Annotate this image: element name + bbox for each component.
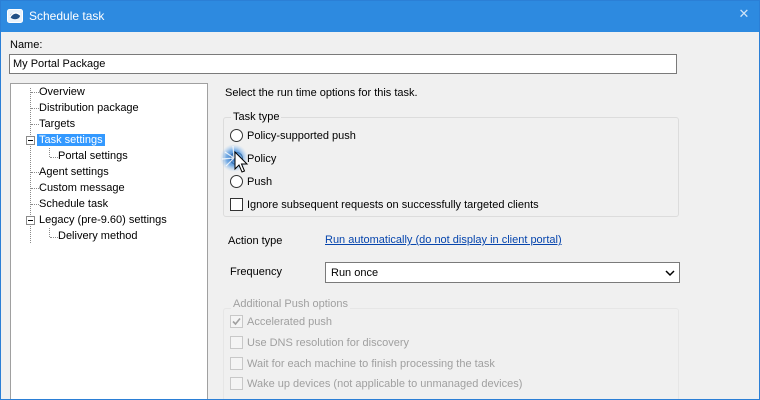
collapse-icon[interactable] (26, 136, 35, 145)
tree-item-label: Custom message (39, 182, 125, 194)
tree-item-label: Delivery method (58, 230, 138, 242)
intro-text: Select the run time options for this tas… (225, 87, 418, 99)
tree-item-schedule-task[interactable]: Schedule task (37, 196, 110, 212)
name-label: Name: (10, 39, 43, 51)
tree-item-label: Legacy (pre-9.60) settings (39, 214, 167, 226)
push-options-title: Additional Push options (231, 298, 350, 310)
tree-item-overview[interactable]: Overview (37, 84, 87, 100)
wake-up-devices-checkbox (230, 377, 243, 390)
radio-label: Policy-supported push (247, 130, 356, 142)
frequency-label: Frequency (230, 266, 282, 278)
tree-item-custom-message[interactable]: Custom message (37, 180, 127, 196)
action-type-link[interactable]: Run automatically (do not display in cli… (325, 234, 562, 246)
tree-item-label: Targets (39, 118, 76, 130)
wait-each-machine-checkbox (230, 357, 243, 370)
collapse-icon[interactable] (26, 216, 35, 225)
ignore-requests-checkbox[interactable] (230, 198, 243, 211)
action-type-label: Action type (228, 235, 283, 247)
tree-item-label: Portal settings (58, 150, 128, 162)
tree-item-agent-settings[interactable]: Agent settings (37, 164, 111, 180)
tree-item-label: Task settings (37, 134, 105, 146)
checkbox-label: Accelerated push (247, 316, 332, 328)
radio-label: Policy (247, 153, 277, 165)
chevron-down-icon[interactable] (665, 268, 675, 278)
close-icon[interactable]: ✕ (737, 7, 751, 21)
dns-resolution-checkbox (230, 336, 243, 349)
radio-label: Push (247, 176, 273, 188)
frequency-value: Run once (331, 267, 379, 279)
name-input[interactable] (9, 54, 677, 74)
tree-item-portal-settings[interactable]: Portal settings (56, 148, 130, 164)
tree-connector (49, 148, 50, 157)
checkbox-label: Ignore subsequent requests on successful… (247, 199, 539, 211)
tree-item-task-settings[interactable]: Task settings (37, 132, 105, 148)
tree-item-targets[interactable]: Targets (37, 116, 77, 132)
title-bar: Schedule task ✕ (1, 1, 759, 32)
checkbox-label: Wait for each machine to finish processi… (247, 358, 495, 370)
tree-item-label: Schedule task (39, 198, 109, 210)
tree-item-delivery-method[interactable]: Delivery method (56, 228, 139, 244)
tree-item-label: Overview (39, 86, 85, 98)
task-type-title: Task type (231, 111, 282, 123)
accelerated-push-checkbox (230, 315, 243, 328)
mouse-cursor-icon (220, 144, 249, 173)
tree-item-distribution-package[interactable]: Distribution package (37, 100, 141, 116)
frequency-select[interactable]: Run once (325, 262, 680, 283)
tree-item-label: Distribution package (39, 102, 139, 114)
checkbox-label: Wake up devices (not applicable to unman… (247, 378, 523, 390)
tree-item-label: Agent settings (39, 166, 109, 178)
checkbox-label: Use DNS resolution for discovery (247, 337, 410, 349)
radio-button[interactable] (230, 129, 243, 142)
settings-tree: Overview Distribution package Targets Ta… (10, 83, 208, 399)
tree-connector (49, 228, 50, 237)
window-title: Schedule task (29, 9, 105, 23)
app-icon (7, 9, 23, 23)
schedule-task-window: Schedule task ✕ Name: Overview Distribut… (0, 0, 760, 400)
tree-item-legacy-settings[interactable]: Legacy (pre-9.60) settings (37, 212, 169, 228)
